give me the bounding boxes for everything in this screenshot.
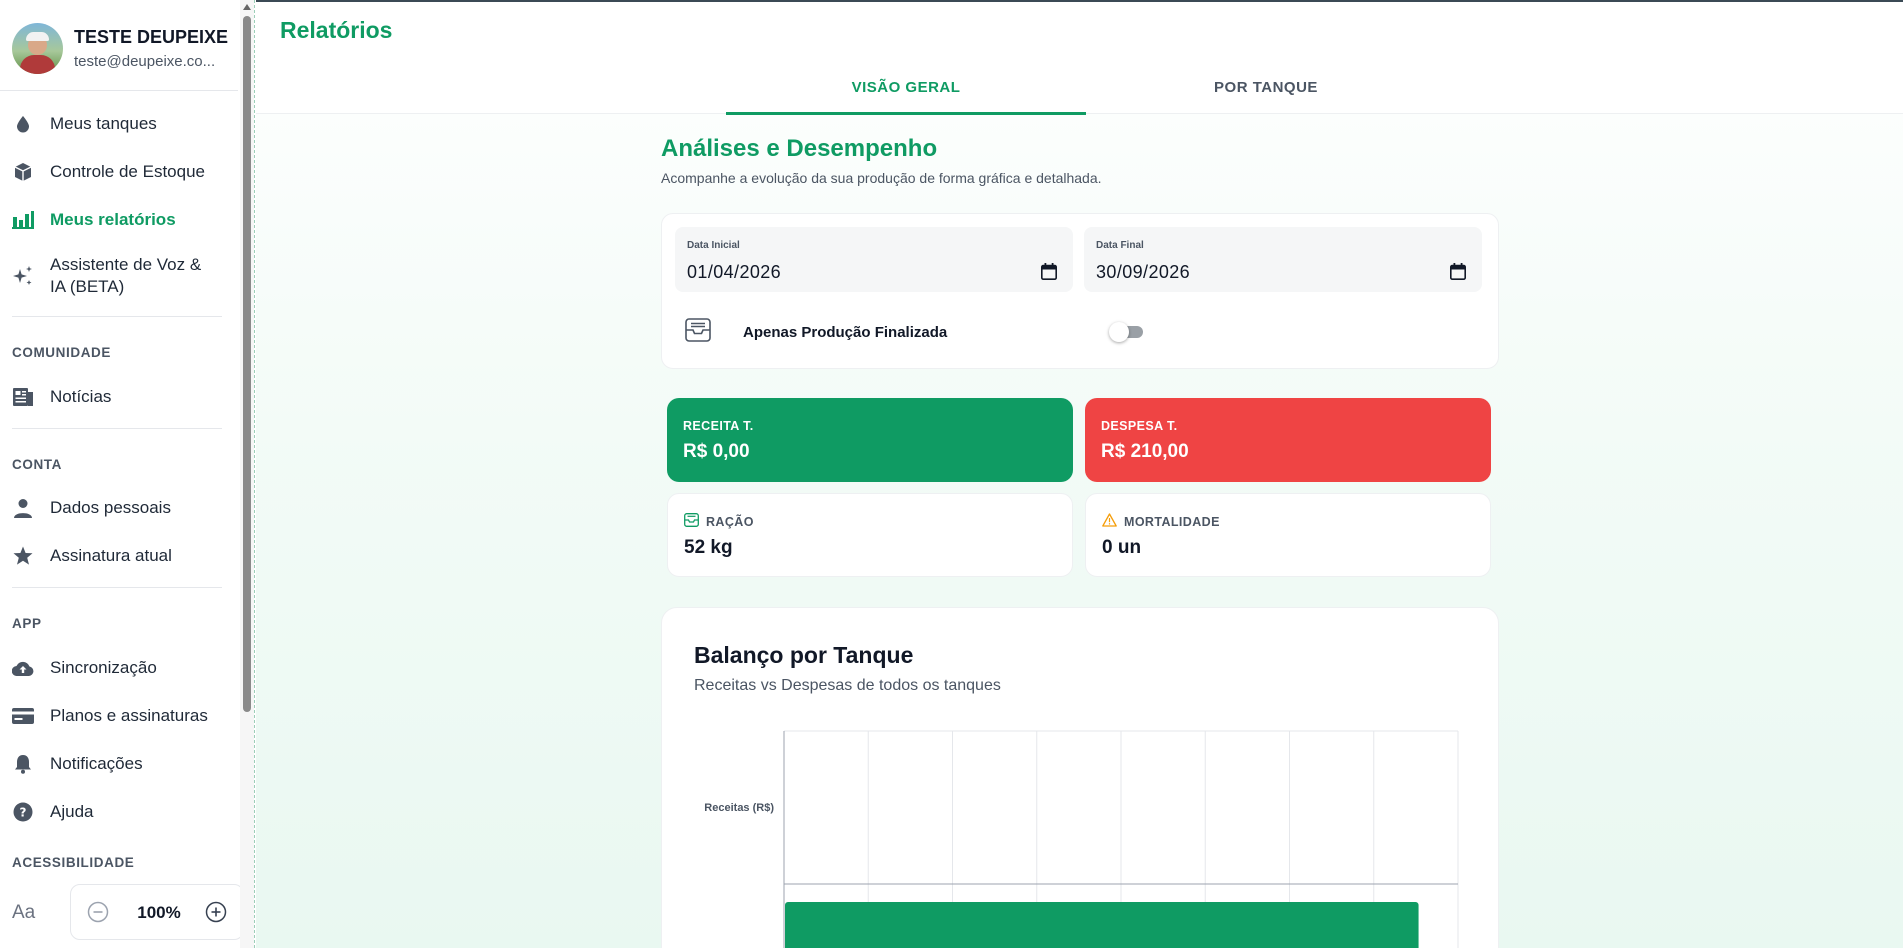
svg-text:?: ? xyxy=(20,806,27,820)
zoom-out-button[interactable] xyxy=(81,895,115,929)
despesa-value: R$ 210,00 xyxy=(1101,441,1189,462)
start-date-field[interactable]: Data Inicial 01/04/2026 xyxy=(675,227,1073,292)
sidebar-item-dados-pessoais[interactable]: Dados pessoais xyxy=(12,488,222,528)
box-icon xyxy=(12,161,34,183)
sidebar-item-label: Controle de Estoque xyxy=(50,162,205,181)
font-size-label: Aa xyxy=(12,902,36,923)
mortalidade-value: 0 un xyxy=(1102,537,1142,558)
receita-value: R$ 0,00 xyxy=(683,441,750,462)
despesa-total-card: DESPESA T. R$ 210,00 xyxy=(1085,398,1491,482)
zoom-level: 100% xyxy=(137,903,181,922)
sidebar-item-label: Sincronização xyxy=(50,658,157,677)
section-title-conta: CONTA xyxy=(12,457,62,472)
finished-only-row: Apenas Produção Finalizada xyxy=(675,310,1485,354)
newspaper-icon xyxy=(12,386,34,408)
sparkles-icon xyxy=(12,265,34,287)
chart-bar xyxy=(785,902,1419,948)
header: Relatórios VISÃO GERAL POR TANQUE xyxy=(256,0,1903,115)
user-profile[interactable]: TESTE DEUPEIXE teste@deupeixe.co... xyxy=(12,22,236,78)
y-axis-label: Receitas (R$) xyxy=(704,802,774,814)
sidebar-item-assinatura-atual[interactable]: Assinatura atual xyxy=(12,536,222,576)
calendar-icon[interactable] xyxy=(1450,263,1466,285)
section-title-comunidade: COMUNIDADE xyxy=(12,345,111,360)
page-title: Relatórios xyxy=(280,17,393,43)
receita-label: RECEITA T. xyxy=(683,419,754,433)
avatar xyxy=(12,23,63,74)
sidebar-item-assistente-voz[interactable]: Assistente de Voz & IA (BETA) xyxy=(12,252,222,300)
balance-chart: Receitas (R$) xyxy=(704,730,1459,948)
racao-label: RAÇÃO xyxy=(706,515,754,529)
finished-only-switch[interactable] xyxy=(1109,322,1143,342)
sidebar-item-label: Planos e assinaturas xyxy=(50,706,208,725)
sidebar-item-label: Assistente de Voz & IA (BETA) xyxy=(50,255,202,296)
divider xyxy=(12,428,222,429)
end-date-label: Data Final xyxy=(1096,240,1144,251)
sidebar: TESTE DEUPEIXE teste@deupeixe.co... Meus… xyxy=(0,0,255,948)
credit-card-icon xyxy=(12,705,34,727)
warning-icon xyxy=(1102,513,1117,532)
sidebar-item-noticias[interactable]: Notícias xyxy=(12,377,222,417)
calendar-icon[interactable] xyxy=(1041,263,1057,285)
accessibility-controls: Aa 100% xyxy=(12,884,244,944)
water-drop-icon xyxy=(12,113,34,135)
sidebar-item-label: Meus relatórios xyxy=(50,210,176,229)
bell-icon xyxy=(12,753,34,775)
balance-chart-card: Balanço por Tanque Receitas vs Despesas … xyxy=(661,607,1499,948)
sidebar-item-label: Meus tanques xyxy=(50,114,157,133)
plus-circle-icon xyxy=(205,901,227,923)
help-icon: ? xyxy=(12,801,34,823)
divider xyxy=(12,316,222,317)
sidebar-scroll-thumb[interactable] xyxy=(243,16,251,712)
profile-name: TESTE DEUPEIXE xyxy=(74,27,229,47)
receita-total-card: RECEITA T. R$ 0,00 xyxy=(667,398,1073,482)
sidebar-item-label: Dados pessoais xyxy=(50,498,171,517)
feed-tray-icon xyxy=(684,513,699,532)
start-date-value: 01/04/2026 xyxy=(687,262,782,282)
filters-card: Data Inicial 01/04/2026 Data Final 30/09… xyxy=(661,213,1499,369)
racao-card: RAÇÃO 52 kg xyxy=(667,493,1073,577)
sidebar-item-label: Notícias xyxy=(50,387,112,406)
person-icon xyxy=(12,497,34,519)
sidebar-item-meus-tanques[interactable]: Meus tanques xyxy=(12,104,222,144)
bar-chart-icon xyxy=(12,209,34,231)
divider xyxy=(12,587,222,588)
start-date-label: Data Inicial xyxy=(687,240,740,251)
sidebar-item-controle-estoque[interactable]: Controle de Estoque xyxy=(12,152,222,192)
sidebar-item-label: Notificações xyxy=(50,754,143,773)
sidebar-item-planos-assinaturas[interactable]: Planos e assinaturas xyxy=(12,696,222,736)
sidebar-item-notificacoes[interactable]: Notificações xyxy=(12,744,222,784)
divider xyxy=(0,90,238,91)
section-title-app: APP xyxy=(12,616,42,631)
section-title-acessibilidade: ACESSIBILIDADE xyxy=(12,855,135,870)
sidebar-item-label: Assinatura atual xyxy=(50,546,172,565)
zoom-in-button[interactable] xyxy=(199,895,233,929)
end-date-value: 30/09/2026 xyxy=(1096,262,1191,282)
tab-por-tanque[interactable]: POR TANQUE xyxy=(1086,60,1446,114)
sidebar-item-label: Ajuda xyxy=(50,802,94,821)
racao-value: 52 kg xyxy=(684,537,733,558)
star-icon xyxy=(12,545,34,567)
minus-circle-icon xyxy=(87,901,109,923)
active-tab-indicator xyxy=(726,112,1086,115)
scroll-up-arrow-icon[interactable] xyxy=(243,4,251,10)
sidebar-item-ajuda[interactable]: ? Ajuda xyxy=(12,792,222,832)
inbox-tray-icon xyxy=(685,318,711,347)
main-content: Relatórios VISÃO GERAL POR TANQUE Anális… xyxy=(256,0,1903,948)
mortalidade-label: MORTALIDADE xyxy=(1124,515,1220,529)
profile-email: teste@deupeixe.co... xyxy=(74,53,216,70)
tab-visao-geral[interactable]: VISÃO GERAL xyxy=(726,60,1086,114)
despesa-label: DESPESA T. xyxy=(1101,419,1178,433)
mortalidade-card: MORTALIDADE 0 un xyxy=(1085,493,1491,577)
sidebar-item-meus-relatorios[interactable]: Meus relatórios xyxy=(12,200,222,240)
sidebar-item-sincronizacao[interactable]: Sincronização xyxy=(12,648,222,688)
section-title: Análises e Desempenho xyxy=(661,135,938,162)
section-subtitle: Acompanhe a evolução da sua produção de … xyxy=(661,170,1102,186)
end-date-field[interactable]: Data Final 30/09/2026 xyxy=(1084,227,1482,292)
cloud-upload-icon xyxy=(12,657,34,679)
finished-only-label: Apenas Produção Finalizada xyxy=(743,324,948,341)
zoom-control: 100% xyxy=(70,884,244,940)
